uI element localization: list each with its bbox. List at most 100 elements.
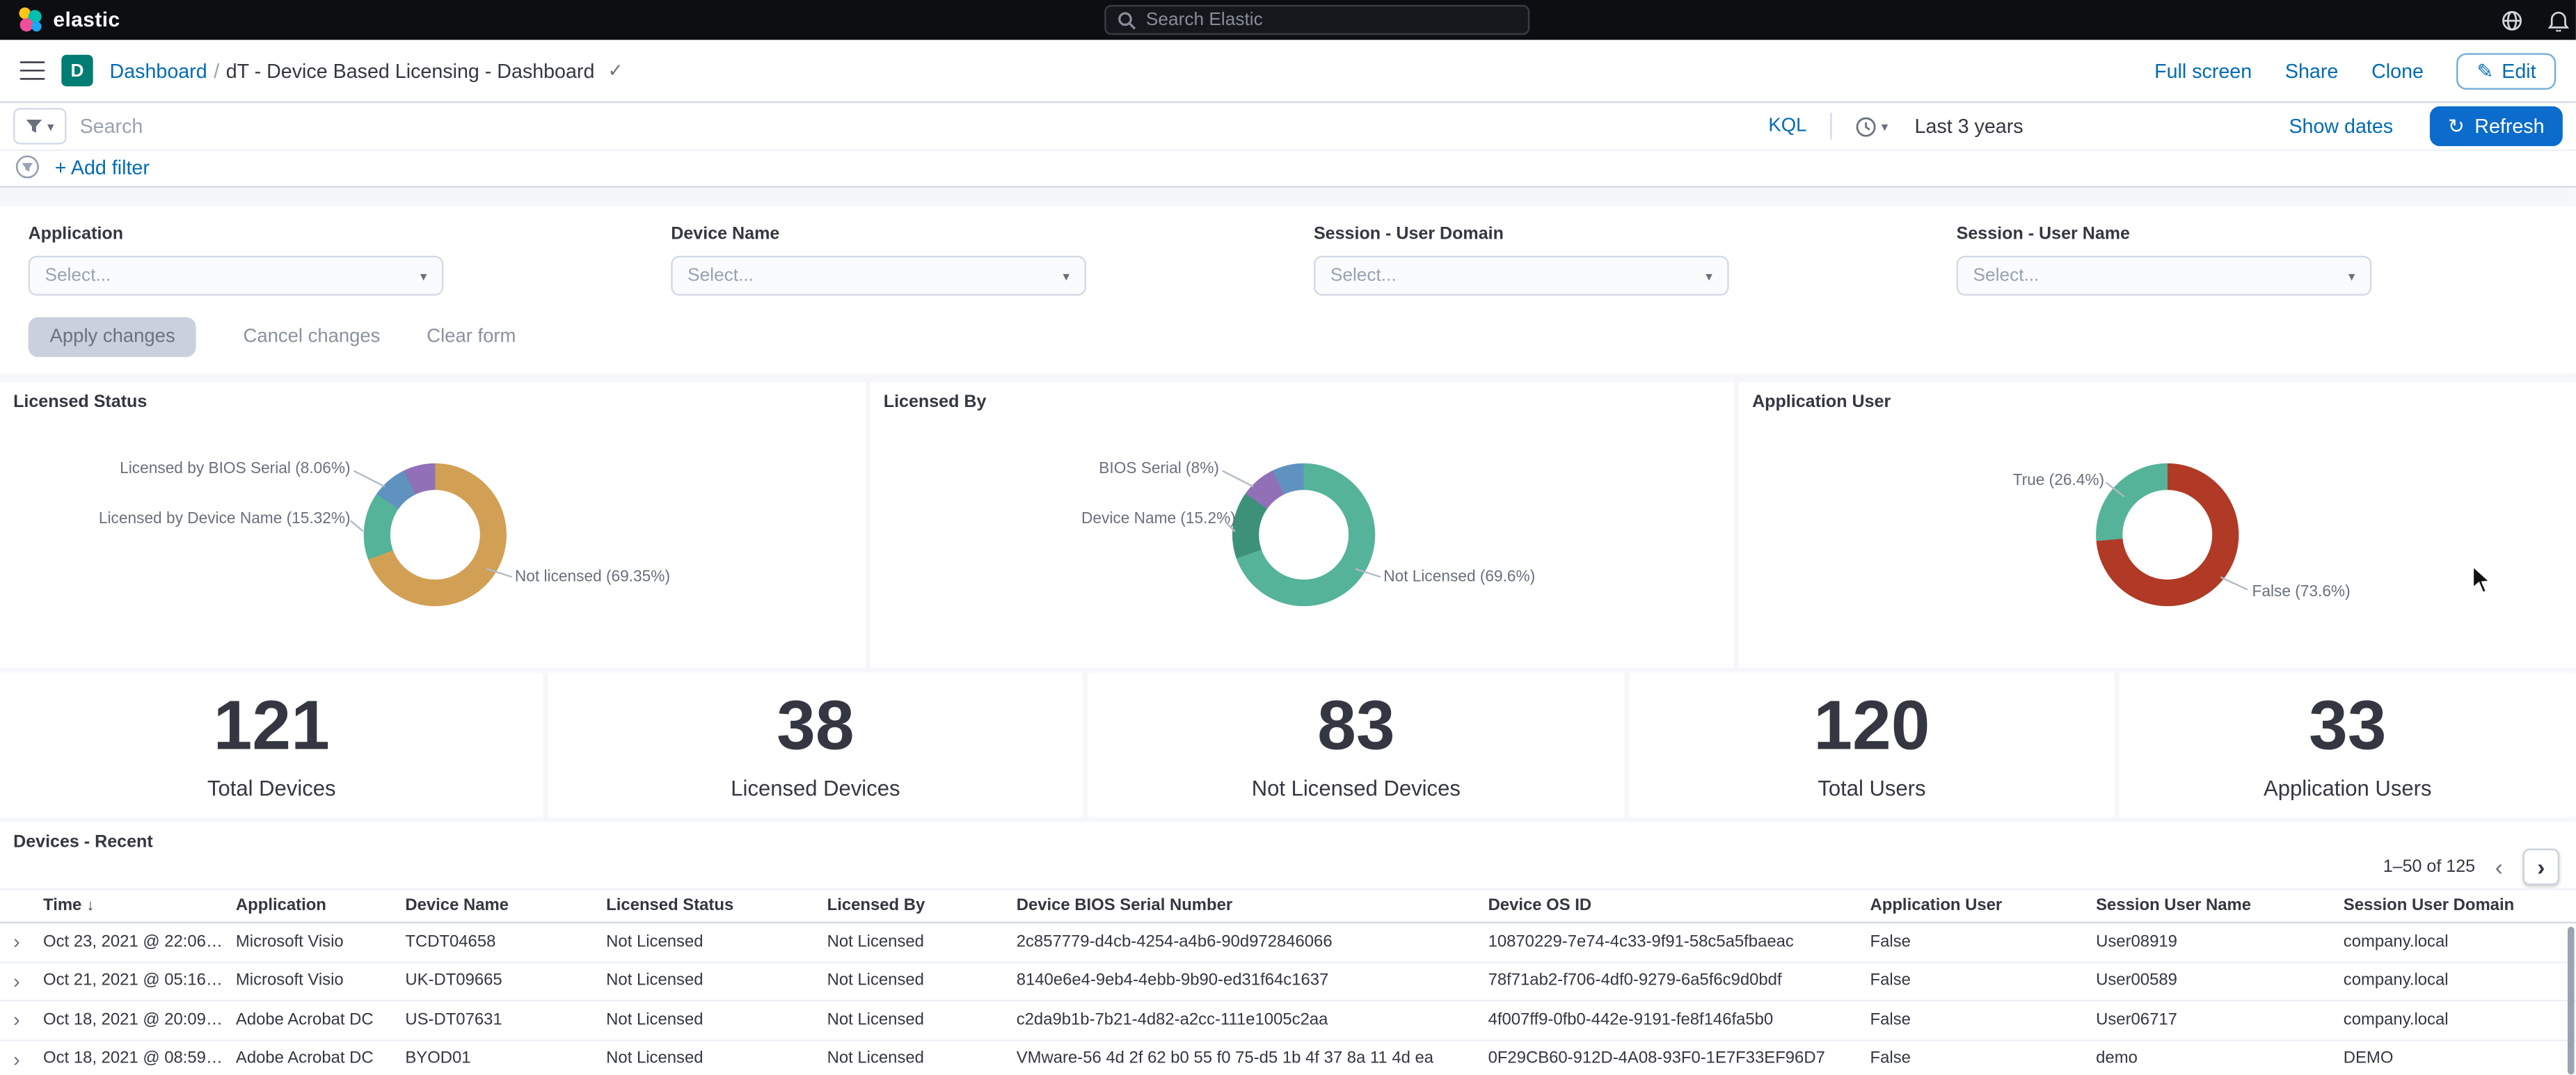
- breadcrumb: Dashboard / dT - Device Based Licensing …: [110, 59, 623, 82]
- chevron-down-icon: ▾: [2348, 268, 2355, 283]
- clear-form-button[interactable]: Clear form: [427, 327, 516, 347]
- metric-value: 38: [777, 685, 854, 763]
- alerts-bell-icon[interactable]: [2547, 9, 2570, 31]
- add-filter-button[interactable]: + Add filter: [55, 155, 150, 178]
- licensed-status-donut[interactable]: [363, 463, 507, 607]
- metric-value: 121: [213, 685, 330, 763]
- pagination-next-icon[interactable]: ›: [2522, 848, 2560, 886]
- table-cell: 8140e6e4-9eb4-4ebb-9b90-ed31f64c1637: [1016, 971, 1329, 991]
- sort-desc-icon: ↓: [86, 896, 95, 914]
- globe-icon[interactable]: [2502, 9, 2523, 31]
- filter-row: + Add filter: [0, 151, 2576, 188]
- table-cell: Oct 18, 2021 @ 08:59:09.975: [43, 1050, 236, 1069]
- session-user-name-select[interactable]: Select... ▾: [1956, 255, 2372, 296]
- edit-button[interactable]: ✎ Edit: [2456, 52, 2557, 89]
- session-user-domain-select[interactable]: Select... ▾: [1313, 255, 1729, 296]
- panel-title: Licensed Status: [13, 392, 148, 412]
- metric-panel[interactable]: 38 Licensed Devices: [548, 672, 1083, 818]
- refresh-icon: ↻: [2447, 114, 2465, 138]
- column-header[interactable]: Session User Name: [2096, 897, 2344, 915]
- table-cell: User08919: [2096, 932, 2177, 952]
- kibana-dashboard: elastic Search Elastic D Dashboard / dT …: [0, 0, 2576, 1075]
- menu-hamburger-icon[interactable]: [19, 61, 45, 81]
- column-header[interactable]: Application User: [1870, 897, 2097, 915]
- table-cell: False: [1870, 932, 1911, 952]
- column-header[interactable]: Device BIOS Serial Number: [1017, 897, 1488, 915]
- table-row[interactable]: › Oct 21, 2021 @ 05:16:55.293Microsoft V…: [0, 962, 2576, 1002]
- global-search-input[interactable]: Search Elastic: [1104, 5, 1530, 35]
- charts-row: Licensed Status Licensed by BIOS Serial …: [0, 381, 2576, 668]
- time-range-label[interactable]: Last 3 years: [1915, 115, 2024, 138]
- expand-row-chevron-icon[interactable]: ›: [13, 969, 43, 992]
- expand-row-chevron-icon[interactable]: ›: [13, 1047, 43, 1070]
- table-cell: Not Licensed: [606, 971, 703, 991]
- slice-label: Device Name (15.2%): [1081, 509, 1236, 529]
- mouse-cursor: [2472, 564, 2492, 594]
- application-user-panel: Application User True (26.4%) False (73.…: [1738, 381, 2576, 668]
- breadcrumb-dashboard-link[interactable]: Dashboard: [110, 59, 207, 82]
- control-label: Session - User Name: [1956, 224, 2130, 244]
- metric-panel[interactable]: 121 Total Devices: [0, 672, 543, 818]
- column-header[interactable]: Device OS ID: [1488, 897, 1870, 915]
- table-cell: Not Licensed: [606, 1050, 703, 1069]
- application-select[interactable]: Select... ▾: [28, 255, 444, 296]
- elastic-logo-icon: [19, 7, 42, 32]
- kql-toggle[interactable]: KQL: [1768, 116, 1806, 136]
- column-header[interactable]: Licensed Status: [606, 897, 827, 915]
- chevron-down-icon: ▾: [1063, 268, 1070, 283]
- filter-circle-icon[interactable]: [15, 154, 40, 180]
- application-user-donut[interactable]: [2096, 463, 2239, 607]
- cancel-changes-button[interactable]: Cancel changes: [244, 327, 381, 347]
- control-label: Session - User Domain: [1313, 224, 1504, 244]
- query-search-input[interactable]: Search: [80, 115, 1756, 138]
- column-header[interactable]: Licensed By: [827, 897, 1017, 915]
- show-dates-button[interactable]: Show dates: [2289, 115, 2393, 138]
- device-name-select[interactable]: Select... ▾: [671, 255, 1086, 296]
- column-header[interactable]: Session User Domain: [2344, 897, 2576, 915]
- refresh-button[interactable]: ↻ Refresh: [2429, 106, 2563, 147]
- apply-changes-button[interactable]: Apply changes: [28, 317, 197, 358]
- table-row[interactable]: › Oct 18, 2021 @ 20:09:47.624Adobe Acrob…: [0, 1001, 2576, 1041]
- metric-panel[interactable]: 120 Total Users: [1629, 672, 2115, 818]
- chevron-down-icon: ▾: [1706, 268, 1712, 283]
- control-session-user-name: Session - User Name Select... ▾: [1956, 224, 2372, 296]
- metrics-row: 121 Total Devices 38 Licensed Devices 83…: [0, 672, 2576, 818]
- expand-row-chevron-icon[interactable]: ›: [13, 1008, 43, 1031]
- slice-label: Not Licensed (69.6%): [1383, 568, 1536, 587]
- chevron-down-icon: ▾: [47, 118, 54, 134]
- expand-row-chevron-icon[interactable]: ›: [13, 930, 43, 953]
- table-row[interactable]: › Oct 23, 2021 @ 22:06:35.715Microsoft V…: [0, 923, 2576, 963]
- table-cell: Oct 23, 2021 @ 22:06:35.715: [43, 932, 236, 952]
- slice-label: False (73.6%): [2252, 582, 2351, 602]
- control-session-user-domain: Session - User Domain Select... ▾: [1313, 224, 1729, 296]
- clone-button[interactable]: Clone: [2371, 59, 2424, 82]
- table-cell: UK-DT09665: [405, 971, 502, 991]
- column-header[interactable]: Application: [236, 897, 405, 915]
- time-picker-button[interactable]: ▾: [1855, 116, 1889, 137]
- app-navbar: D Dashboard / dT - Device Based Licensin…: [0, 40, 2576, 103]
- table-cell: VMware-56 4d 2f 62 b0 55 f0 75-d5 1b 4f …: [1016, 1050, 1434, 1069]
- table-cell: False: [1870, 1010, 1911, 1030]
- slice-label: Licensed by Device Name (15.32%): [98, 509, 351, 529]
- table-cell: company.local: [2343, 1010, 2449, 1030]
- column-header[interactable]: Device Name: [405, 897, 606, 915]
- column-header[interactable]: Time ↓: [43, 897, 236, 915]
- chevron-down-icon: ▾: [1881, 118, 1889, 134]
- table-scrollbar[interactable]: [2567, 926, 2575, 1075]
- licensed-by-donut[interactable]: [1232, 463, 1376, 607]
- table-pagination: 1–50 of 125 ‹ ›: [2383, 848, 2560, 886]
- full-screen-button[interactable]: Full screen: [2154, 59, 2252, 82]
- dashboard-space-badge[interactable]: D: [61, 54, 93, 87]
- table-cell: US-DT07631: [405, 1010, 502, 1030]
- elastic-brand[interactable]: elastic: [17, 7, 120, 33]
- metric-panel[interactable]: 33 Application Users: [2119, 672, 2576, 818]
- table-row[interactable]: › Oct 18, 2021 @ 08:59:09.975Adobe Acrob…: [0, 1040, 2576, 1075]
- share-button[interactable]: Share: [2285, 59, 2338, 82]
- table-cell: 0F29CB60-912D-4A08-93F0-1E7F33EF96D7: [1488, 1050, 1825, 1069]
- pagination-prev-icon[interactable]: ‹: [2492, 855, 2506, 878]
- saved-check-icon: ✓: [607, 61, 623, 81]
- saved-query-menu-button[interactable]: ▾: [13, 108, 67, 145]
- metric-panel[interactable]: 83 Not Licensed Devices: [1088, 672, 1625, 818]
- licensed-status-panel: Licensed Status Licensed by BIOS Serial …: [0, 381, 866, 668]
- table-header: Time ↓ Application Device Name Licensed Stat…: [0, 888, 2576, 924]
